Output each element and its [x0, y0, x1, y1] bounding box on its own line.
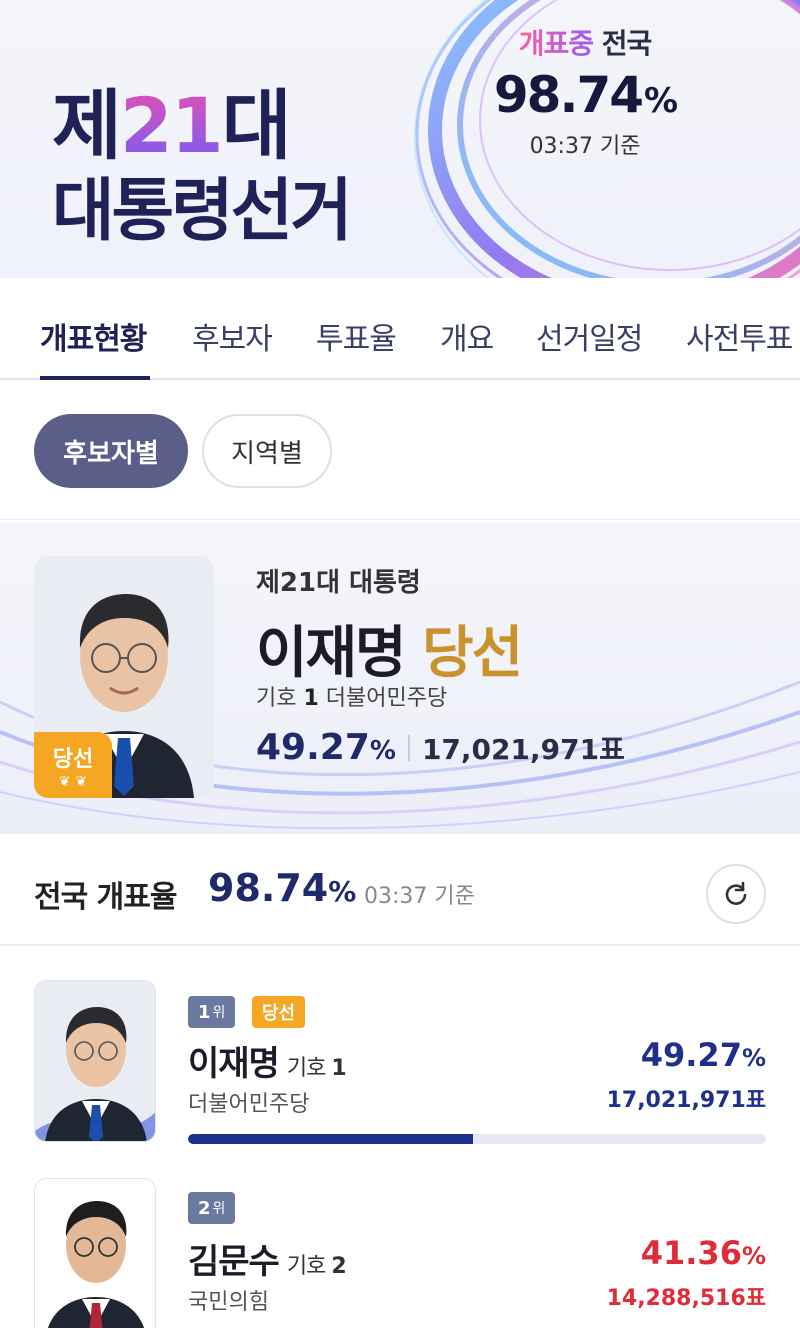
candidate-row-2[interactable]: 2위 김문수 기호 2 국민의힘 41.36% 14,288,516표 — [0, 1168, 800, 1328]
winner-subtitle: 제21대 대통령 — [256, 568, 421, 598]
winner-name: 이재명 — [256, 621, 407, 686]
filter-by-region-button[interactable]: 지역별 — [202, 414, 332, 488]
candidate-percent-unit-1: % — [741, 1044, 766, 1072]
candidate-percent-unit-2: % — [741, 1242, 766, 1270]
candidate-name-2: 김문수 기호 2 — [188, 1234, 347, 1283]
count-time: 03:37 기준 — [529, 134, 641, 159]
winner-percent-unit: % — [369, 736, 396, 766]
title-suffix: 대 — [221, 81, 292, 170]
rank-number-1: 1 — [198, 1001, 211, 1023]
count-scope: 전국 — [601, 27, 653, 60]
candidate-votes-1: 17,021,971표 — [606, 1088, 766, 1113]
national-count-label: 전국 개표율 — [34, 880, 177, 915]
election-title: 제 21 대 대통령선거 — [52, 81, 353, 251]
candidate-number-label-2: 기호 — [286, 1254, 326, 1279]
vote-share-bar-1 — [188, 1134, 766, 1144]
candidate-number-label-1: 기호 — [286, 1056, 326, 1081]
title-prefix: 제 — [52, 81, 122, 170]
candidate-number-1: 1 — [331, 1056, 346, 1081]
national-count-percent: 98.74% — [208, 866, 356, 910]
candidate-name-text-2: 김문수 — [188, 1242, 280, 1282]
winner-number-label: 기호 — [256, 686, 297, 711]
laurel-icon: ❦ ❦ — [58, 774, 88, 790]
refresh-button[interactable] — [706, 864, 766, 924]
candidate-name-1: 이재명 기호 1 — [188, 1036, 347, 1085]
count-percent-unit: % — [644, 81, 678, 121]
national-count-time: 03:37 기준 — [364, 884, 475, 909]
count-summary: 개표중 전국 98.74% 03:37 기준 — [470, 22, 700, 160]
candidate-party-1: 더불어민주당 — [188, 1092, 310, 1117]
national-count-bar: 전국 개표율 98.74% 03:37 기준 — [0, 836, 800, 946]
title-number: 21 — [119, 81, 224, 170]
candidate-photo-2 — [34, 1178, 156, 1328]
elected-badge: 당선 ❦ ❦ — [34, 732, 112, 798]
winner-info: 기호 1 더불어민주당 — [256, 680, 447, 712]
winner-party: 더불어민주당 — [325, 686, 448, 711]
filter-bar: 후보자별 지역별 — [0, 382, 800, 520]
stats-divider — [407, 734, 410, 761]
winner-percent: 49.27% — [256, 727, 396, 768]
winner-card: 당선 ❦ ❦ 제21대 대통령 이재명 당선 기호 1 더불어민주당 49.27… — [0, 522, 800, 834]
candidate-name-text-1: 이재명 — [188, 1044, 280, 1084]
national-count-percent-value: 98.74 — [208, 866, 329, 910]
candidate-number-2: 2 — [331, 1254, 346, 1279]
tab-early-voting[interactable]: 사전투표 — [686, 314, 793, 358]
election-header: 제 21 대 대통령선거 개표중 전국 98.74% 03:37 기준 개표현황 후… — [0, 0, 800, 380]
tab-candidates[interactable]: 후보자 — [192, 314, 273, 358]
tab-count-status[interactable]: 개표현황 — [40, 314, 147, 358]
candidate-photo-1 — [34, 980, 156, 1142]
rank-suffix-1: 위 — [212, 1005, 226, 1021]
candidate-percent-1: 49.27% — [641, 1036, 766, 1074]
winner-votes: 17,021,971표 — [421, 733, 625, 766]
candidate-portrait-icon — [35, 1179, 155, 1328]
refresh-icon — [725, 881, 747, 905]
candidate-percent-value-1: 49.27 — [640, 1036, 742, 1074]
count-status: 개표중 — [518, 27, 594, 60]
title-line2: 대통령선거 — [52, 172, 353, 251]
winner-elected-label: 당선 — [422, 621, 523, 686]
tab-schedule[interactable]: 선거일정 — [536, 314, 643, 358]
tab-overview[interactable]: 개요 — [440, 314, 494, 358]
count-percent: 98.74% — [470, 66, 700, 124]
winner-stats: 49.27% 17,021,971표 — [256, 727, 625, 768]
candidate-party-2: 국민의힘 — [188, 1290, 269, 1315]
candidate-votes-2: 14,288,516표 — [606, 1286, 766, 1311]
active-tab-indicator — [40, 376, 150, 380]
rank-suffix-2: 위 — [212, 1201, 226, 1217]
rank-badge-2: 2위 — [188, 1192, 236, 1224]
winner-number: 1 — [303, 686, 319, 711]
rank-number-2: 2 — [198, 1197, 211, 1219]
rank-badge-1: 1위 — [188, 996, 236, 1028]
elected-tag-1: 당선 — [252, 996, 306, 1028]
winner-headline: 이재명 당선 — [256, 608, 523, 689]
count-percent-value: 98.74 — [493, 66, 644, 124]
tab-bar: 개표현황 후보자 투표율 개요 선거일정 사전투표 — [0, 278, 800, 380]
candidate-row-1[interactable]: 1위 당선 이재명 기호 1 더불어민주당 49.27% 17,021,971표 — [0, 948, 800, 1168]
filter-by-candidate-button[interactable]: 후보자별 — [34, 414, 188, 488]
national-count-percent-unit: % — [328, 875, 357, 908]
candidate-percent-value-2: 41.36 — [640, 1234, 742, 1272]
vote-share-fill-1 — [188, 1134, 473, 1144]
elected-badge-label: 당선 — [52, 747, 94, 772]
candidate-percent-2: 41.36% — [641, 1234, 766, 1272]
candidate-portrait-icon — [35, 981, 155, 1141]
winner-percent-value: 49.27 — [256, 727, 370, 768]
tab-turnout[interactable]: 투표율 — [316, 314, 397, 358]
